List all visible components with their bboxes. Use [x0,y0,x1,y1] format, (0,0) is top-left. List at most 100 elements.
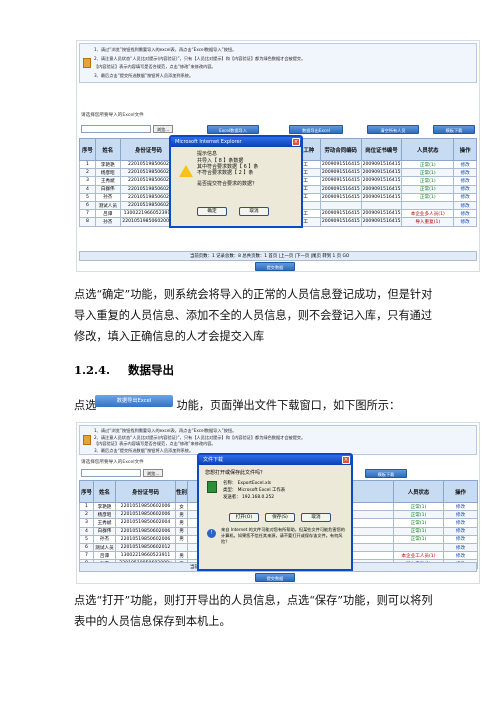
table-cell: 导入重复(1) [401,217,455,227]
table-cell: 正常(1) [401,168,455,178]
browse-button[interactable]: 浏览... [153,125,173,133]
export-excel-button[interactable]: 数据导出Excel [289,125,343,134]
table-cell: 正常(1) [401,184,455,194]
file-select-label: 请选择您所要导入的Excel文件 [81,113,144,118]
table-cell: 1 [79,501,94,512]
edit-link[interactable]: 修改 [443,510,478,520]
submit-data-button[interactable]: 提交数据 [255,573,295,582]
table-cell: 4 [79,526,94,536]
tip-line: 【内容验证】表示内容填写是否合规范，点击“修改”来修改内容。 [94,64,216,70]
edit-link[interactable]: 修改 [443,518,478,528]
excel-import-button[interactable]: Excel数据导入 [207,125,259,134]
tip-line: 3、最后点击“提交所选数据”按钮将人员添加到系统。 [94,72,194,78]
edit-link[interactable]: 修改 [453,200,477,211]
ok-button[interactable]: 确定 [197,207,227,216]
table-cell: 22010519850602006 [115,526,176,536]
template-download-button[interactable]: 模板下载 [365,469,407,478]
table-cell: 女 [175,501,188,512]
edit-link[interactable]: 修改 [443,551,478,561]
table-cell [175,542,188,553]
security-note: 来自 Internet 的文件可能对您有所帮助，但某些文件可能危害您的计算机。如… [221,527,345,544]
edit-link[interactable]: 修改 [453,176,477,186]
dialog-line: 提示信息 [197,151,218,157]
column-header: 序号 [79,138,96,161]
table-cell: 5 [79,534,94,544]
column-header: 操作 [453,138,477,161]
table-cell: 5 [79,192,96,202]
file-source: 192.168.0.252 [241,495,275,500]
pagination-bar[interactable]: 当前页数：1 记录总数：8 总共页数：1 首页 |上一页 |下一页 |尾页 转到… [79,251,477,261]
dialog-line: 是否提交符合要求的数据？ [197,181,258,187]
import-screenshot: 1、请过“浏览”按钮找到需要导入的excel表，再点击“Excel数据导入”按钮… [76,40,480,272]
close-icon[interactable]: × [342,456,350,464]
section-number: 1.2.4. [74,363,111,377]
confirm-dialog: Microsoft Internet Explorer × 提示信息 共导入【 … [169,135,303,228]
info-badge-icon [83,58,91,68]
edit-link[interactable]: 修改 [453,209,477,219]
table-cell: 男 [175,534,188,544]
edit-link[interactable]: 修改 [453,217,477,227]
table-cell: 22010519850602006 [115,534,176,544]
edit-link[interactable]: 修改 [443,542,478,553]
dialog-title: Microsoft Internet Explorer [171,137,301,147]
column-header: 身份证号码 [115,480,176,503]
cancel-button[interactable]: 取消 [239,207,269,216]
table-cell: 1 [79,159,96,170]
column-header: 岗位证书编号 [360,138,403,161]
file-name: ExportExcel.xls [237,481,272,486]
edit-link[interactable]: 修改 [453,159,477,170]
info-badge-icon [83,435,91,445]
table-cell: 2009091516415 [360,184,403,194]
para-text: 点选 [74,399,97,412]
table-cell: 本企业多人员(1) [401,209,455,219]
open-button[interactable]: 打开(O) [229,513,259,522]
cancel-button[interactable]: 取消 [301,513,331,522]
table-cell: 杨彦昭 [94,168,121,178]
table-cell: 2009091516415 [319,192,362,202]
table-cell: 测试人员 [93,542,116,553]
name-label: 名称： [223,481,237,486]
instructions-box: 1、请过“浏览”按钮找到需要导入的excel表，再点击“Excel数据导入”按钮… [79,43,477,83]
table-cell: 2009091516415 [319,168,362,178]
table-cell: 男 [175,510,188,520]
table-cell: 3 [79,176,96,186]
section-heading: 1.2.4. 数据导出 [74,362,174,378]
file-path-input[interactable] [81,125,151,133]
close-icon[interactable]: × [292,138,300,146]
table-cell: 22010519850602004 [115,518,176,528]
table-cell: 3 [79,518,94,528]
table-cell: 8 [79,217,96,227]
table-cell: 本企业工人员(1) [393,551,444,561]
save-button[interactable]: 保存(S) [265,513,295,522]
column-header: 姓名 [93,480,116,503]
table-cell: 白群伟 [93,526,116,536]
browse-button[interactable]: 浏览... [143,469,163,477]
table-cell: 正常(1) [393,534,444,544]
type-label: 类型： [223,488,237,493]
clear-all-button[interactable]: 清空所有人员 [367,125,419,134]
file-path-input[interactable] [81,469,141,477]
download-question: 您想打开或保存此文件吗？ [205,470,266,476]
table-cell: 杨彦昭 [93,510,116,520]
edit-link[interactable]: 修改 [453,184,477,194]
table-cell: 男 [175,551,188,561]
tip-line: 1、请过“浏览”按钮找到需要导入的excel表，再点击“Excel数据导入”按钮… [94,47,237,52]
edit-link[interactable]: 修改 [453,168,477,178]
edit-link[interactable]: 修改 [443,534,478,544]
table-cell: 22010519850602006 [115,510,176,520]
table-cell: 2 [79,168,96,178]
export-excel-inline-button: 数据导出Excel [95,395,173,407]
edit-link[interactable]: 修改 [453,192,477,202]
table-cell [319,200,362,211]
table-cell: 2009091516415 [360,217,403,227]
table-cell [401,200,455,211]
table-cell: 6 [79,542,94,553]
edit-link[interactable]: 修改 [443,526,478,536]
column-header: 劳动合同编码 [319,138,362,161]
table-cell: 6 [79,200,96,211]
template-download-button[interactable]: 模板下载 [433,125,475,134]
table-cell: 2 [79,510,94,520]
table-cell: 王秀斌 [94,176,121,186]
submit-data-button[interactable]: 提交数据 [255,262,295,271]
edit-link[interactable]: 修改 [443,501,478,512]
